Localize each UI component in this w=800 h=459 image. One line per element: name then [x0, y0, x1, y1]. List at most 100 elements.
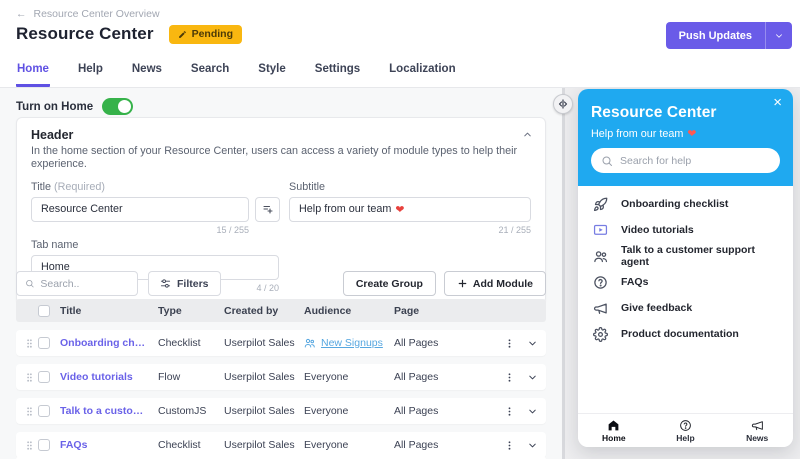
kebab-icon: [508, 372, 511, 382]
push-updates-menu-button[interactable]: [765, 22, 792, 49]
row-expand-button[interactable]: [527, 372, 538, 383]
module-page: All Pages: [394, 439, 439, 451]
turn-on-home-toggle[interactable]: [102, 98, 134, 115]
row-menu-button[interactable]: [504, 372, 515, 383]
tab-home[interactable]: Home: [16, 57, 50, 87]
help-icon: [680, 419, 691, 431]
column-title: Title: [60, 304, 82, 317]
rocket-icon: [593, 197, 608, 212]
table-row: Talk to a customer supp... CustomJS User…: [16, 398, 546, 424]
module-search[interactable]: [16, 271, 138, 296]
title-required-hint: (Required): [54, 180, 106, 193]
drag-handle-icon[interactable]: [24, 372, 38, 383]
drag-handle-icon[interactable]: [24, 406, 38, 417]
add-module-button[interactable]: Add Module: [443, 271, 546, 296]
row-expand-button[interactable]: [527, 338, 538, 349]
insert-variable-icon: [262, 206, 273, 215]
row-checkbox[interactable]: [38, 405, 50, 417]
tab-help[interactable]: Help: [77, 57, 104, 87]
users-icon: [304, 338, 315, 348]
breadcrumb[interactable]: ← Resource Center Overview: [16, 8, 160, 20]
module-created-by: Userpilot Sales: [224, 337, 295, 349]
row-menu-button[interactable]: [504, 338, 515, 349]
row-checkbox[interactable]: [38, 439, 50, 451]
subtitle-char-counter: 21 / 255: [498, 224, 531, 235]
list-item[interactable]: Talk to a customer support agent: [578, 243, 793, 269]
list-item[interactable]: Video tutorials: [578, 217, 793, 243]
preview-search-placeholder: Search for help: [620, 154, 692, 167]
audience-segment-link[interactable]: New Signups: [304, 337, 394, 349]
megaphone-icon: [593, 301, 608, 316]
preview-module-list: Onboarding checklist Video tutorials Tal…: [578, 186, 793, 347]
tab-news[interactable]: News: [131, 57, 163, 87]
module-title-link[interactable]: FAQs: [60, 439, 158, 451]
breadcrumb-label: Resource Center Overview: [33, 8, 160, 20]
search-icon: [26, 279, 34, 288]
list-item[interactable]: Onboarding checklist: [578, 191, 793, 217]
module-type: Checklist: [158, 439, 201, 451]
preview-search[interactable]: Search for help: [591, 148, 780, 173]
drag-handle-icon[interactable]: [24, 440, 38, 451]
card-title: Header: [31, 128, 74, 142]
tab-style[interactable]: Style: [257, 57, 287, 87]
preview-nav-home[interactable]: Home: [578, 414, 650, 447]
module-type: CustomJS: [158, 405, 207, 417]
toggle-knob: [118, 100, 132, 113]
title-input[interactable]: [31, 196, 249, 222]
list-item[interactable]: Give feedback: [578, 295, 793, 321]
module-title-link[interactable]: Talk to a customer supp...: [60, 405, 158, 417]
panel-resize-handle[interactable]: [553, 94, 573, 114]
tab-settings[interactable]: Settings: [314, 57, 361, 87]
status-badge[interactable]: Pending: [168, 24, 242, 44]
subtitle-field-label: Subtitle: [289, 180, 326, 193]
page-title: Resource Center: [16, 24, 154, 43]
module-type: Flow: [158, 371, 181, 383]
resource-center-editor: ← Resource Center Overview Resource Cent…: [0, 0, 800, 459]
tab-localization[interactable]: Localization: [388, 57, 456, 87]
collapse-section-button[interactable]: [522, 129, 533, 140]
insert-variable-button[interactable]: [255, 196, 280, 222]
push-updates-split-button: Push Updates: [665, 22, 792, 49]
preview-header: × Resource Center Help from our team ❤ S…: [578, 89, 793, 186]
row-checkbox[interactable]: [38, 371, 50, 383]
drag-handle-icon[interactable]: [24, 338, 38, 349]
video-icon: [593, 223, 608, 238]
subtitle-value: Help from our team: [299, 203, 392, 216]
list-item[interactable]: Product documentation: [578, 321, 793, 347]
table-row: Onboarding checklist Checklist Userpilot…: [16, 330, 546, 356]
row-expand-button[interactable]: [527, 440, 538, 451]
row-expand-button[interactable]: [527, 406, 538, 417]
title-field-label: Title: [31, 180, 51, 193]
close-icon[interactable]: ×: [773, 92, 782, 113]
top-bar: ← Resource Center Overview Resource Cent…: [0, 0, 800, 88]
filters-button[interactable]: Filters: [148, 271, 221, 296]
row-checkbox[interactable]: [38, 337, 50, 349]
row-menu-button[interactable]: [504, 440, 515, 451]
module-title-link[interactable]: Video tutorials: [60, 371, 158, 383]
table-row: Video tutorials Flow Userpilot Sales Eve…: [16, 364, 546, 390]
create-group-button[interactable]: Create Group: [342, 271, 436, 296]
list-item[interactable]: FAQs: [578, 269, 793, 295]
chevron-down-icon: [529, 341, 536, 345]
module-audience: Everyone: [304, 371, 349, 383]
module-title-link[interactable]: Onboarding checklist: [60, 337, 158, 349]
column-type: Type: [158, 304, 182, 317]
row-menu-button[interactable]: [504, 406, 515, 417]
select-all-checkbox[interactable]: [38, 304, 50, 317]
filters-label: Filters: [177, 277, 209, 290]
module-search-input[interactable]: [40, 277, 129, 290]
preview-nav-news[interactable]: News: [721, 414, 793, 447]
subtitle-input[interactable]: Help from our team ❤: [289, 196, 531, 222]
modules-table: Title Type Created by Audience Page Onbo…: [16, 299, 546, 458]
module-type: Checklist: [158, 337, 201, 349]
gear-icon: [593, 326, 608, 342]
tab-bar: Home Help News Search Style Settings Loc…: [16, 57, 457, 87]
search-icon: [602, 156, 612, 166]
heart-icon: ❤: [687, 128, 697, 140]
push-updates-button[interactable]: Push Updates: [666, 22, 765, 49]
tab-search[interactable]: Search: [190, 57, 230, 87]
preview-nav-help[interactable]: Help: [650, 414, 722, 447]
preview-subtitle: Help from our team: [591, 127, 684, 140]
modules-toolbar: Filters Create Group Add Module: [16, 271, 546, 296]
module-page: All Pages: [394, 371, 439, 383]
